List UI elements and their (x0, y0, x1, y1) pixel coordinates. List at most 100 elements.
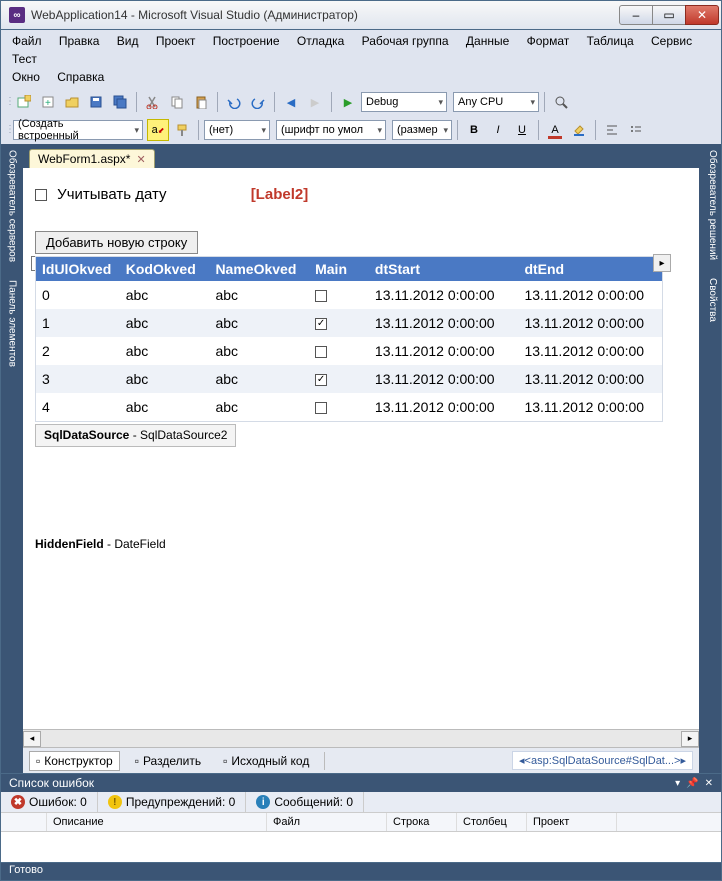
menu-data[interactable]: Данные (459, 32, 516, 50)
grid-row[interactable]: 2abcabc13.11.2012 0:00:0013.11.2012 0:00… (36, 337, 662, 365)
menu-team[interactable]: Рабочая группа (355, 32, 456, 50)
add-row-button[interactable]: Добавить новую строку (35, 231, 198, 254)
scroll-left-icon[interactable]: ◂ (23, 731, 41, 747)
titlebar: ∞ WebApplication14 - Microsoft Visual St… (0, 0, 722, 30)
col-description[interactable]: Описание (47, 813, 267, 831)
menu-project[interactable]: Проект (149, 32, 203, 50)
grid-row[interactable]: 1abcabc13.11.2012 0:00:0013.11.2012 0:00… (36, 309, 662, 337)
error-list-title[interactable]: Список ошибок ▾📌✕ (1, 774, 721, 792)
menu-edit[interactable]: Правка (52, 32, 107, 50)
bg-color-icon[interactable] (568, 119, 590, 141)
copy-icon[interactable] (166, 91, 188, 113)
main-checkbox[interactable] (315, 402, 327, 414)
underline-icon[interactable]: U (511, 119, 533, 141)
col-name: NameOkved (215, 261, 315, 277)
status-bar: Готово (0, 863, 722, 881)
menu-format[interactable]: Формат (520, 32, 577, 50)
menu-window[interactable]: Окно (5, 68, 47, 86)
col-main: Main (315, 261, 375, 277)
col-column[interactable]: Столбец (457, 813, 527, 831)
properties-tab[interactable]: Свойства (702, 278, 718, 322)
nav-forward-icon[interactable]: ▶ (304, 91, 326, 113)
menu-build[interactable]: Построение (206, 32, 287, 50)
pin-icon[interactable]: 📌 (686, 778, 698, 789)
italic-icon[interactable]: I (487, 119, 509, 141)
messages-filter[interactable]: iСообщений: 0 (246, 792, 364, 812)
smart-tag-arrow-icon[interactable]: ▸ (653, 254, 671, 272)
format-painter-icon[interactable] (171, 119, 193, 141)
main-checkbox[interactable] (315, 290, 327, 302)
close-tab-icon[interactable]: ✕ (136, 153, 145, 166)
minimize-button[interactable]: – (619, 5, 653, 25)
bold-icon[interactable]: B (463, 119, 485, 141)
font-color-icon[interactable]: A (544, 119, 566, 141)
window-title: WebApplication14 - Microsoft Visual Stud… (31, 8, 620, 22)
nav-back-icon[interactable]: ◀ (280, 91, 302, 113)
col-project[interactable]: Проект (527, 813, 617, 831)
design-view-tab[interactable]: ▫ Конструктор (29, 751, 120, 771)
main-checkbox[interactable] (315, 346, 327, 358)
main-checkbox[interactable] (315, 318, 327, 330)
undo-icon[interactable] (223, 91, 245, 113)
new-project-icon[interactable] (13, 91, 35, 113)
dropdown-icon[interactable]: ▾ (675, 778, 680, 789)
menu-help[interactable]: Справка (50, 68, 111, 86)
vs-logo-icon: ∞ (9, 7, 25, 23)
server-explorer-tab[interactable]: Обозреватель серверов (4, 150, 20, 262)
solution-explorer-tab[interactable]: Обозреватель решений (702, 150, 718, 260)
horizontal-scrollbar[interactable]: ◂ ▸ (23, 729, 699, 747)
scroll-right-icon[interactable]: ▸ (681, 731, 699, 747)
tag-breadcrumb[interactable]: ◂ <asp:SqlDataSource#SqlDat...> ▸ (512, 751, 693, 770)
close-button[interactable]: ✕ (685, 5, 719, 25)
split-view-tab[interactable]: ▫ Разделить (128, 751, 208, 771)
menu-tools[interactable]: Сервис (644, 32, 699, 50)
config-combo[interactable]: Debug (361, 92, 447, 112)
font-size-combo[interactable]: (размер (392, 120, 452, 140)
label2[interactable]: [Label2] (251, 186, 309, 203)
col-file[interactable]: Файл (267, 813, 387, 831)
warnings-filter[interactable]: !Предупреждений: 0 (98, 792, 247, 812)
open-icon[interactable] (61, 91, 83, 113)
source-view-tab[interactable]: ▫ Исходный код (216, 751, 316, 771)
grid-row[interactable]: 4abcabc13.11.2012 0:00:0013.11.2012 0:00… (36, 393, 662, 421)
highlight-icon[interactable]: a⬋ (147, 119, 169, 141)
errors-filter[interactable]: ✖Ошибок: 0 (1, 792, 98, 812)
col-line[interactable]: Строка (387, 813, 457, 831)
close-panel-icon[interactable]: ✕ (705, 778, 713, 789)
cut-icon[interactable] (142, 91, 164, 113)
save-icon[interactable] (85, 91, 107, 113)
document-tabs: WebForm1.aspx* ✕ (23, 144, 699, 168)
doc-tab-webform1[interactable]: WebForm1.aspx* ✕ (29, 149, 155, 168)
toolbox-tab[interactable]: Панель элементов (4, 280, 20, 367)
design-surface[interactable]: Учитывать дату [Label2] Добавить новую с… (23, 168, 699, 729)
create-inline-combo[interactable]: (Создать встроенный (13, 120, 143, 140)
gridview[interactable]: IdUlOkved KodOkved NameOkved Main dtStar… (35, 256, 663, 422)
paste-icon[interactable] (190, 91, 212, 113)
col-id: IdUlOkved (36, 261, 126, 277)
menu-debug[interactable]: Отладка (290, 32, 351, 50)
sqldatasource-control[interactable]: SqlDataSource - SqlDataSource2 (35, 424, 236, 447)
menu-view[interactable]: Вид (110, 32, 146, 50)
grid-row[interactable]: 0abcabc13.11.2012 0:00:0013.11.2012 0:00… (36, 281, 662, 309)
platform-combo[interactable]: Any CPU (453, 92, 539, 112)
save-all-icon[interactable] (109, 91, 131, 113)
menu-test[interactable]: Тест (5, 50, 44, 68)
css-rule-combo[interactable]: (нет) (204, 120, 270, 140)
toolbar-grip[interactable]: ⋮ (5, 128, 11, 132)
grid-row[interactable]: 3abcabc13.11.2012 0:00:0013.11.2012 0:00… (36, 365, 662, 393)
date-checkbox[interactable] (35, 189, 47, 201)
maximize-button[interactable]: ▭ (652, 5, 686, 25)
menu-table[interactable]: Таблица (580, 32, 641, 50)
svg-text:+: + (45, 98, 51, 109)
align-icon[interactable] (601, 119, 623, 141)
start-debug-icon[interactable]: ▶ (337, 91, 359, 113)
hiddenfield-control[interactable]: HiddenField - DateField (35, 537, 687, 552)
list-icon[interactable] (625, 119, 647, 141)
font-combo[interactable]: (шрифт по умол (276, 120, 386, 140)
main-checkbox[interactable] (315, 374, 327, 386)
find-icon[interactable] (550, 91, 572, 113)
add-item-icon[interactable]: + (37, 91, 59, 113)
redo-icon[interactable] (247, 91, 269, 113)
toolbar-grip[interactable]: ⋮ (5, 100, 11, 104)
menu-file[interactable]: Файл (5, 32, 49, 50)
